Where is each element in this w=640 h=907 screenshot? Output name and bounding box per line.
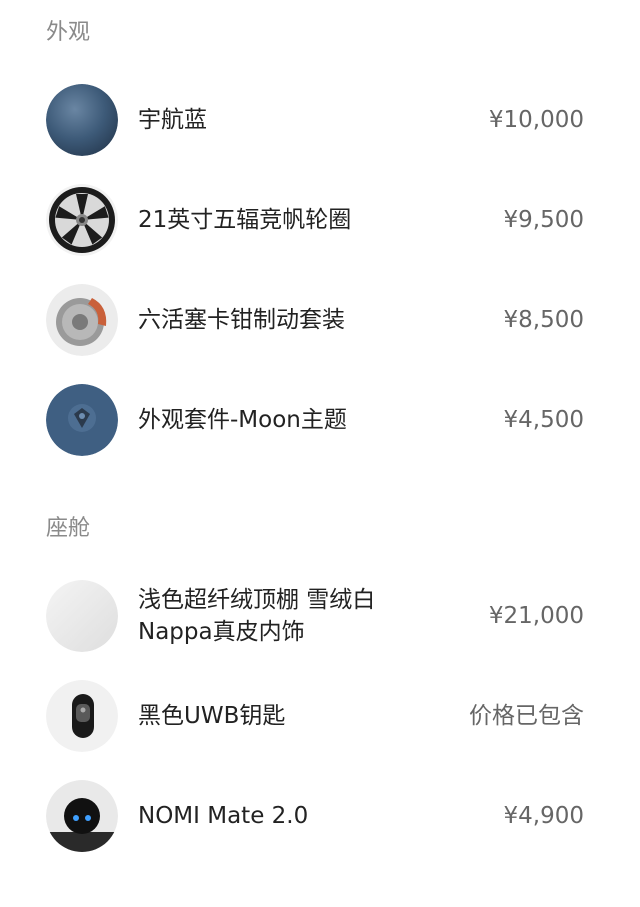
wheel-rim-icon [46,184,118,256]
section-title-exterior: 外观 [46,20,91,45]
item-name: 21英寸五辐竞帆轮圈 [138,207,352,233]
section-title-cabin: 座舱 [46,516,91,541]
list-item[interactable]: 21英寸五辐竞帆轮圈 ¥9,500 [0,184,640,274]
item-price: ¥9,500 [503,207,584,233]
interior-swatch-icon [46,580,118,652]
item-name: NOMI Mate 2.0 [138,803,309,829]
list-item[interactable]: NOMI Mate 2.0 ¥4,900 [0,780,640,870]
moon-theme-icon [46,384,118,456]
list-item[interactable]: 外观套件-Moon主题 ¥4,500 [0,384,640,474]
item-name: 六活塞卡钳制动套装 [138,307,345,333]
item-price: ¥4,900 [503,803,584,829]
item-name: 黑色UWB钥匙 [138,703,286,729]
uwb-key-icon [46,680,118,752]
item-price: ¥21,000 [488,603,584,629]
list-item[interactable]: 宇航蓝 ¥10,000 [0,84,640,174]
item-price: 价格已包含 [469,703,584,729]
item-name: 外观套件-Moon主题 [138,407,347,433]
list-item[interactable]: 浅色超纤绒顶棚 雪绒白 Nappa真皮内饰 ¥21,000 [0,580,640,670]
item-price: ¥8,500 [503,307,584,333]
brake-caliper-icon [46,284,118,356]
blue-paint-swatch-icon [46,84,118,156]
item-name: 宇航蓝 [138,107,207,133]
list-item[interactable]: 黑色UWB钥匙 价格已包含 [0,680,640,770]
item-name-line2: Nappa真皮内饰 [138,619,305,645]
nomi-mate-icon [46,780,118,852]
list-item[interactable]: 六活塞卡钳制动套装 ¥8,500 [0,284,640,374]
item-price: ¥10,000 [488,107,584,133]
options-list: 外观 宇航蓝 ¥10,000 21英寸五辐竞帆轮圈 ¥9,500 六活塞卡钳制动… [0,0,640,907]
item-name-line1: 浅色超纤绒顶棚 雪绒白 [138,587,376,613]
item-price: ¥4,500 [503,407,584,433]
